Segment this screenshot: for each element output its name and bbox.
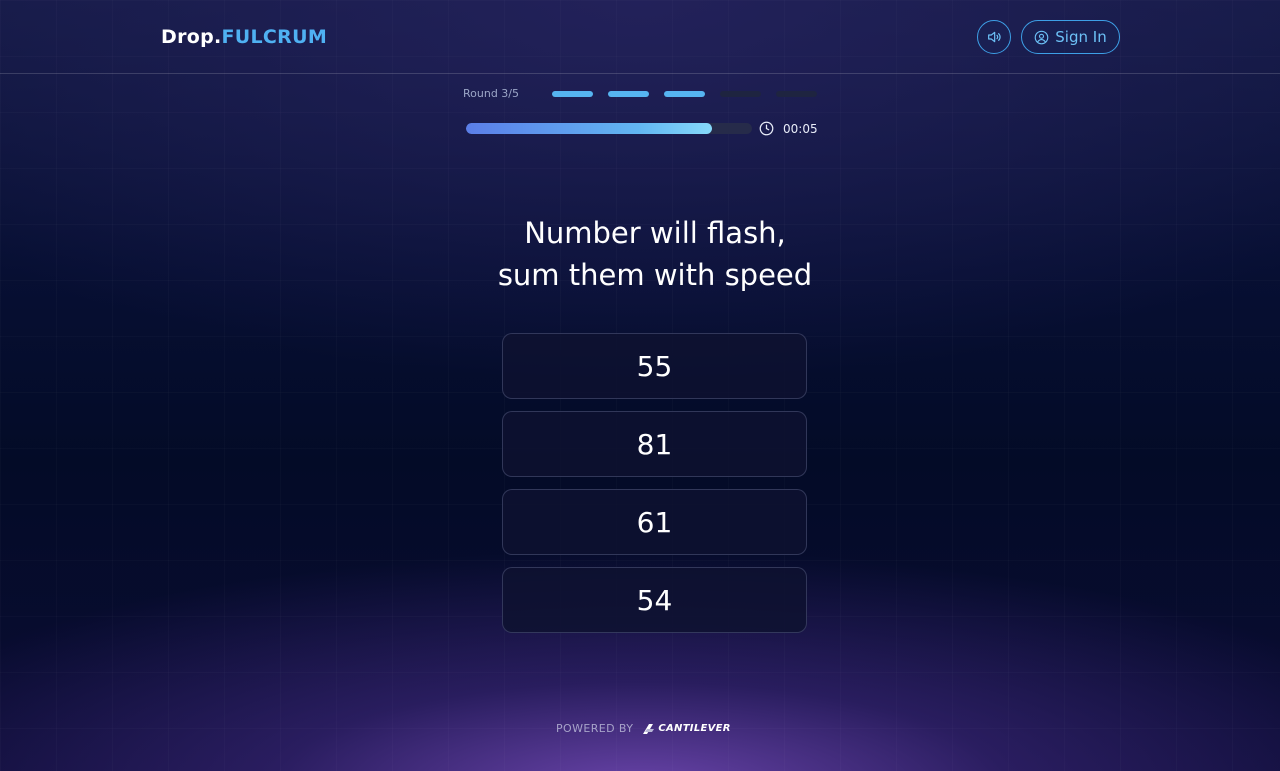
round-segment-2 xyxy=(608,91,649,97)
clock-icon xyxy=(759,121,774,136)
footer-powered-by: POWERED BY CANTILEVER xyxy=(556,722,731,735)
round-counter: Round 3/5 xyxy=(463,87,520,100)
answer-option-3[interactable]: 61 xyxy=(502,489,807,555)
user-circle-icon xyxy=(1034,30,1049,44)
sign-in-button[interactable]: Sign In xyxy=(1021,20,1120,54)
answer-option-4[interactable]: 54 xyxy=(502,567,807,633)
cantilever-brand-text: CANTILEVER xyxy=(658,723,731,734)
answer-options: 55 81 61 54 xyxy=(502,333,807,645)
cantilever-logo[interactable]: CANTILEVER xyxy=(641,723,731,735)
timer-countdown: 00:05 xyxy=(783,122,818,136)
sound-toggle-button[interactable] xyxy=(977,20,1011,54)
question-line-1: Number will flash, xyxy=(524,216,786,250)
sign-in-label: Sign In xyxy=(1055,28,1107,46)
round-segment-3 xyxy=(664,91,705,97)
timer-progress-bar xyxy=(466,123,752,134)
logo-drop-text: Drop. xyxy=(161,26,222,48)
question-line-2: sum them with speed xyxy=(497,258,813,292)
question-prompt: Number will flash, sum them with speed xyxy=(440,212,870,296)
top-header: Drop. FULCRUM Sign In xyxy=(0,0,1280,74)
timer-progress-fill xyxy=(466,123,712,134)
powered-by-text: POWERED BY xyxy=(556,722,634,735)
answer-option-1[interactable]: 55 xyxy=(502,333,807,399)
answer-option-2[interactable]: 81 xyxy=(502,411,807,477)
round-segment-1 xyxy=(552,91,593,97)
app-logo[interactable]: Drop. FULCRUM xyxy=(161,26,327,48)
cantilever-mark-icon xyxy=(643,723,655,734)
logo-fulcrum-text: FULCRUM xyxy=(221,26,328,48)
round-segment-4 xyxy=(720,91,761,97)
speaker-icon xyxy=(988,31,1001,43)
round-segment-5 xyxy=(776,91,817,97)
